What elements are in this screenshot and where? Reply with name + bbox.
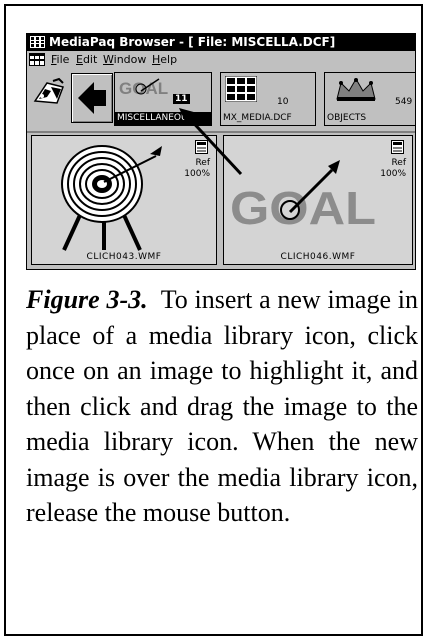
window-title: MediaPaq Browser - [ File: MISCELLA.DCF] xyxy=(49,35,336,49)
figure-label: Figure 3-3. xyxy=(26,285,148,314)
app-screenshot: MediaPaq Browser - [ File: MISCELLA.DCF]… xyxy=(26,33,416,270)
library-objects[interactable]: 549 OBJECTS xyxy=(324,72,415,126)
app-icon[interactable] xyxy=(30,36,45,48)
toolbar: GOAL 11 MISCELLANEOUS 10 MX_MEDIA.DCF xyxy=(27,69,415,133)
document-window-icon[interactable] xyxy=(29,53,45,66)
figure-caption: Figure 3-3. To insert a new image in pla… xyxy=(26,282,418,531)
paint-tool-icon[interactable] xyxy=(33,77,67,107)
left-arrow-icon xyxy=(78,82,106,114)
menu-window[interactable]: Window xyxy=(103,51,146,69)
goal-image: GOAL xyxy=(230,160,376,234)
menu-bar: File Edit Window Help xyxy=(27,51,415,69)
goal-logo-text: GOAL xyxy=(230,182,376,234)
image-tile[interactable]: Ref 100% CLICH043.WMF xyxy=(31,135,217,265)
document-icon xyxy=(195,140,208,154)
back-button[interactable] xyxy=(71,73,113,123)
document-icon xyxy=(391,140,404,154)
target-image xyxy=(61,145,162,251)
scale-readout: Ref 100% xyxy=(184,158,210,179)
library-mx-media[interactable]: 10 MX_MEDIA.DCF xyxy=(220,72,316,126)
grid-thumbnail-icon xyxy=(225,76,257,102)
image-tile[interactable]: Ref 100% GOAL CLICH046.WMF xyxy=(223,135,413,265)
library-label: OBJECTS xyxy=(327,113,367,123)
library-count: 549 xyxy=(395,97,413,107)
library-label: MX_MEDIA.DCF xyxy=(223,113,292,123)
image-filename: CLICH043.WMF xyxy=(86,252,162,262)
caption-text: To insert a new image in place of a medi… xyxy=(26,285,419,527)
window-title-bar[interactable]: MediaPaq Browser - [ File: MISCELLA.DCF] xyxy=(27,34,415,51)
scale-readout: Ref 100% xyxy=(380,158,406,179)
library-miscellaneous[interactable]: GOAL 11 MISCELLANEOUS xyxy=(114,72,212,126)
crown-thumbnail-icon xyxy=(336,78,376,101)
menu-help[interactable]: Help xyxy=(152,51,177,69)
menu-edit[interactable]: Edit xyxy=(76,51,97,69)
goal-thumbnail-icon: GOAL xyxy=(119,78,168,98)
library-label: MISCELLANEOUS xyxy=(115,112,211,125)
menu-file[interactable]: File xyxy=(51,51,69,69)
image-filename: CLICH046.WMF xyxy=(280,252,356,262)
library-count: 11 xyxy=(173,94,190,104)
library-count: 10 xyxy=(277,97,289,107)
image-pane: Ref 100% CLICH043.WMF Ref 100% GOAL CLIC… xyxy=(27,133,415,269)
figure-frame: MediaPaq Browser - [ File: MISCELLA.DCF]… xyxy=(4,4,423,636)
